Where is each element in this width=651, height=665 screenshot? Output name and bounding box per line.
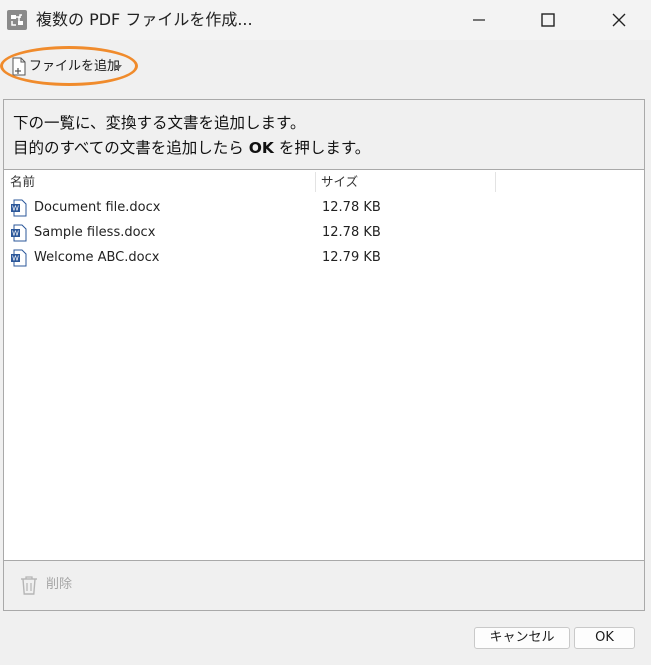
- instructions: 下の一覧に、変換する文書を追加します。 目的のすべての文書を追加したら OK を…: [4, 100, 644, 170]
- close-button[interactable]: [596, 0, 642, 40]
- instruction-line-2: 目的のすべての文書を追加したら OK を押します。: [13, 138, 370, 158]
- column-header-name[interactable]: 名前: [10, 170, 315, 194]
- file-row[interactable]: W Document file.docx 12.78 KB: [4, 195, 644, 220]
- add-file-button[interactable]: ファイルを追加: [10, 56, 128, 78]
- file-name: Document file.docx: [34, 200, 161, 215]
- file-size: 12.78 KB: [322, 225, 381, 240]
- title-bar: 複数の PDF ファイルを作成...: [0, 0, 651, 40]
- ok-button[interactable]: OK: [574, 627, 635, 649]
- column-header-size[interactable]: サイズ: [321, 170, 496, 194]
- minimize-button[interactable]: [456, 0, 502, 40]
- instruction-line-2-start: 目的のすべての文書を追加したら: [13, 139, 249, 157]
- minimize-icon: [473, 19, 485, 21]
- file-name: Sample filess.docx: [34, 225, 156, 240]
- chevron-down-icon[interactable]: [114, 65, 122, 70]
- svg-text:W: W: [12, 205, 19, 213]
- file-panel: 下の一覧に、変換する文書を追加します。 目的のすべての文書を追加したら OK を…: [3, 99, 645, 611]
- column-divider[interactable]: [495, 172, 496, 192]
- window-title: 複数の PDF ファイルを作成...: [36, 10, 253, 29]
- maximize-icon: [541, 13, 555, 27]
- delete-label: 削除: [46, 577, 73, 592]
- word-file-icon: W: [11, 249, 27, 267]
- add-file-icon: [12, 57, 26, 76]
- svg-text:W: W: [12, 230, 19, 238]
- word-file-icon: W: [11, 199, 27, 217]
- file-list[interactable]: 名前 サイズ W Document file.docx 12.78 KB W S…: [4, 170, 644, 561]
- file-size: 12.79 KB: [322, 250, 381, 265]
- instruction-line-2-end: を押します。: [273, 139, 371, 157]
- maximize-button[interactable]: [525, 0, 571, 40]
- pdf-merge-icon: [7, 10, 27, 30]
- instruction-ok-word: OK: [248, 139, 274, 157]
- toolbar: ファイルを追加: [0, 40, 651, 98]
- delete-button[interactable]: 削除: [18, 573, 88, 597]
- add-file-label: ファイルを追加: [29, 59, 121, 74]
- instruction-line-1: 下の一覧に、変換する文書を追加します。: [13, 114, 306, 132]
- cancel-button[interactable]: キャンセル: [474, 627, 570, 649]
- file-size: 12.78 KB: [322, 200, 381, 215]
- svg-text:W: W: [12, 255, 19, 263]
- column-divider[interactable]: [315, 172, 316, 192]
- word-file-icon: W: [11, 224, 27, 242]
- file-row[interactable]: W Sample filess.docx 12.78 KB: [4, 220, 644, 245]
- close-icon: [612, 13, 626, 27]
- trash-icon: [21, 576, 37, 595]
- file-row[interactable]: W Welcome ABC.docx 12.79 KB: [4, 245, 644, 270]
- file-name: Welcome ABC.docx: [34, 250, 160, 265]
